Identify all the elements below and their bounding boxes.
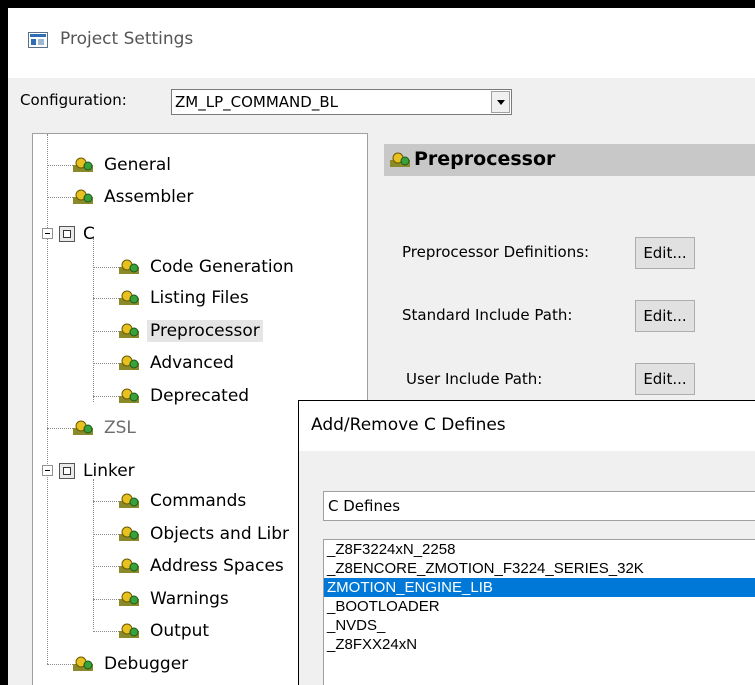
tree-item-deprecated[interactable]: Deprecated	[119, 383, 252, 409]
c-defines-header: C Defines	[323, 491, 755, 521]
list-item[interactable]: _BOOTLOADER	[324, 597, 755, 616]
tree-item-assembler[interactable]: Assembler	[73, 184, 196, 210]
edit-standard-include-path-button[interactable]: Edit...	[635, 300, 695, 332]
gear-icon	[119, 388, 141, 404]
list-item-selected[interactable]: ZMOTION_ENGINE_LIB	[324, 578, 755, 597]
gear-icon	[119, 290, 141, 306]
edit-user-include-path-button[interactable]: Edit...	[635, 363, 695, 395]
tree-item-label: Listing Files	[150, 288, 249, 308]
tree-item-c[interactable]: C	[59, 221, 98, 247]
tree-item-output[interactable]: Output	[119, 618, 212, 644]
tree-item-label: Preprocessor	[147, 320, 263, 342]
c-defines-list[interactable]: _Z8F3224xN_2258 _Z8ENCORE_ZMOTION_F3224_…	[323, 539, 755, 685]
tree-item-warnings[interactable]: Warnings	[119, 586, 232, 612]
tree-item-label: Debugger	[104, 654, 189, 674]
gear-icon	[119, 355, 141, 371]
list-item[interactable]: _NVDS_	[324, 616, 755, 635]
tree-item-label: Objects and Libr	[150, 524, 289, 544]
tree-item-objects-and-libraries[interactable]: Objects and Libr	[119, 521, 292, 547]
tree-item-label: ZSL	[104, 418, 136, 438]
gear-icon	[119, 323, 141, 339]
tree-item-label: Assembler	[104, 187, 194, 207]
panel-title: Preprocessor	[414, 148, 556, 170]
tree-item-label: Code Generation	[150, 257, 294, 277]
dialog-title-bar[interactable]: Add/Remove C Defines	[299, 401, 755, 451]
tree-item-label: Address Spaces	[150, 556, 284, 576]
standard-include-path-label: Standard Include Path:	[402, 306, 573, 324]
tree-item-commands[interactable]: Commands	[119, 488, 249, 514]
gear-icon	[73, 420, 95, 436]
tree-item-label: Advanced	[150, 353, 234, 373]
configuration-dropdown[interactable]: ZM_LP_COMMAND_BL	[171, 89, 512, 115]
list-item[interactable]: _Z8ENCORE_ZMOTION_F3224_SERIES_32K	[324, 559, 755, 578]
tree-item-label: C	[83, 224, 95, 244]
add-remove-c-defines-dialog: Add/Remove C Defines C Defines _Z8F3224x…	[298, 400, 755, 685]
configuration-label: Configuration:	[20, 91, 127, 109]
list-item[interactable]: _Z8FXX24xN	[324, 635, 755, 654]
title-bar[interactable]: Project Settings	[8, 8, 755, 78]
tree-item-label: Linker	[83, 461, 135, 481]
dialog-title: Add/Remove C Defines	[311, 415, 506, 435]
tree-item-label: Output	[150, 621, 210, 641]
tree-item-general[interactable]: General	[73, 152, 174, 178]
gear-icon	[119, 623, 141, 639]
tree-item-zsl[interactable]: ZSL	[73, 415, 139, 441]
user-include-path-label: User Include Path:	[406, 370, 543, 388]
gear-icon	[119, 558, 141, 574]
chevron-down-icon[interactable]	[491, 91, 510, 113]
gear-icon	[119, 591, 141, 607]
tree-item-listing-files[interactable]: Listing Files	[119, 285, 252, 311]
gear-icon	[73, 189, 95, 205]
list-item[interactable]: _Z8F3224xN_2258	[324, 540, 755, 559]
edit-preprocessor-definitions-button[interactable]: Edit...	[635, 237, 695, 269]
gear-icon	[119, 526, 141, 542]
gear-icon	[119, 493, 141, 509]
tree-item-label: Commands	[150, 491, 247, 511]
gear-icon	[73, 656, 95, 672]
gear-icon	[390, 152, 412, 168]
window-title: Project Settings	[60, 29, 194, 49]
tree-item-linker[interactable]: Linker	[59, 458, 138, 484]
panel-header: Preprocessor	[384, 144, 755, 176]
collapse-c-toggle[interactable]	[42, 228, 53, 239]
gear-icon	[73, 157, 95, 173]
tree-item-address-spaces[interactable]: Address Spaces	[119, 553, 287, 579]
configuration-value: ZM_LP_COMMAND_BL	[175, 93, 338, 111]
c-defines-label: C Defines	[328, 497, 401, 515]
collapse-linker-toggle[interactable]	[42, 465, 53, 476]
tree-item-label: Deprecated	[150, 386, 250, 406]
tree-item-code-generation[interactable]: Code Generation	[119, 254, 297, 280]
folder-icon	[59, 226, 75, 242]
tree-item-advanced[interactable]: Advanced	[119, 350, 237, 376]
tree-item-label: General	[104, 155, 171, 175]
project-settings-icon	[28, 32, 48, 48]
tree-item-preprocessor[interactable]: Preprocessor	[119, 318, 263, 344]
preprocessor-definitions-label: Preprocessor Definitions:	[402, 243, 590, 261]
tree-item-label: Warnings	[150, 589, 229, 609]
gear-icon	[119, 259, 141, 275]
tree-item-debugger[interactable]: Debugger	[73, 651, 191, 677]
folder-icon	[59, 463, 75, 479]
